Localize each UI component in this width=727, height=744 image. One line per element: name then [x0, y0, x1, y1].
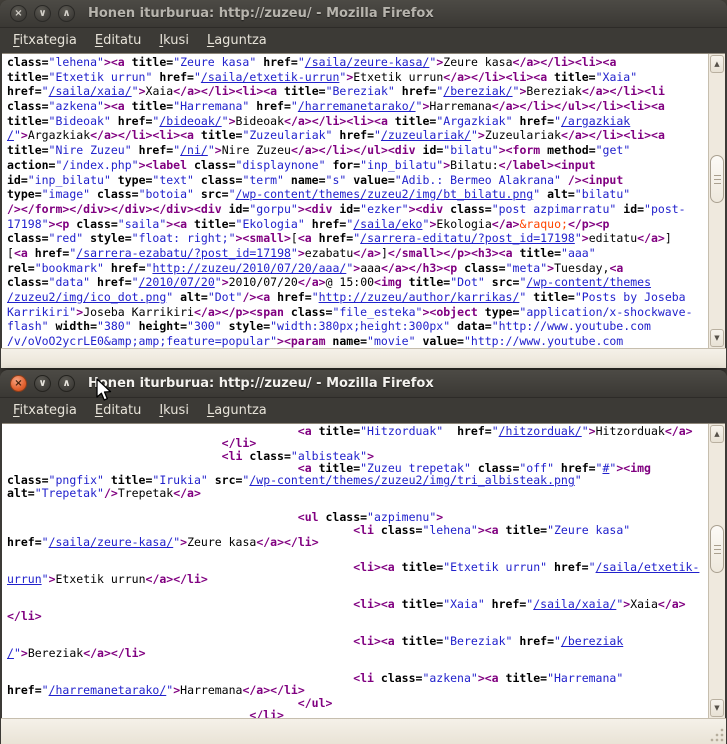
- menu-laguntza[interactable]: Laguntza: [198, 30, 276, 51]
- close-icon: ×: [14, 9, 22, 19]
- viewsource-window-back: × ∨ ∧ Honen iturburua: http://zuzeu/ - Moz…: [0, 0, 727, 368]
- source-line: class="data" href="/2010/07/20">2010/07/…: [7, 275, 708, 290]
- window-buttons: × ∨ ∧: [10, 375, 75, 392]
- source-line: class="lehena"><a title="Zeure kasa" hre…: [7, 55, 708, 70]
- source-line: Karrikiri">Joseba Karrikiri</a></p><span…: [7, 305, 708, 320]
- viewsource-window-front: × ∨ ∧ Honen iturburua: http://zuzeu/ - Moz…: [0, 370, 727, 744]
- source-line: 17198"><p class="saila"><a title="Ekolog…: [7, 217, 708, 232]
- source-line: id="inp_bilatu" type="text" class="term"…: [7, 173, 708, 188]
- scrollbar-thumb[interactable]: [710, 525, 724, 573]
- menu-editatu[interactable]: Editatu: [86, 30, 150, 51]
- statusbar: [1, 348, 726, 368]
- menu-ikusi[interactable]: Ikusi: [150, 30, 198, 51]
- close-icon: ×: [14, 379, 22, 389]
- menu-editatu[interactable]: Editatu: [86, 400, 150, 421]
- scroll-down-icon[interactable]: ▼: [710, 329, 724, 347]
- close-button[interactable]: ×: [10, 375, 27, 392]
- menu-fitxategia[interactable]: Fitxategia: [4, 400, 86, 421]
- vertical-scrollbar[interactable]: ▲ ▼: [708, 54, 725, 348]
- source-line: /zuzeu2/img/ico_dot.png" alt="Dot"/><a h…: [7, 290, 708, 305]
- menubar: FitxategiaEditatuIkusiLaguntza: [0, 28, 727, 53]
- source-line: /></form></div></div></div><div id="gorp…: [7, 202, 708, 217]
- scroll-up-icon[interactable]: ▲: [710, 55, 724, 73]
- thumb-grip-icon: [714, 175, 721, 184]
- scroll-down-icon[interactable]: ▼: [710, 699, 724, 717]
- scrollbar-track[interactable]: [709, 444, 725, 698]
- maximize-button[interactable]: ∧: [58, 5, 75, 22]
- source-view: <a title="Hitzorduak" href="/hitzorduak/…: [2, 423, 725, 718]
- scrollbar-track[interactable]: [709, 74, 725, 328]
- scrollbar-thumb[interactable]: [710, 155, 724, 203]
- minimize-button[interactable]: ∨: [34, 375, 51, 392]
- scroll-up-icon[interactable]: ▲: [710, 425, 724, 443]
- titlebar[interactable]: × ∨ ∧ Honen iturburua: http://zuzeu/ - Moz…: [0, 0, 727, 28]
- close-button[interactable]: ×: [10, 5, 27, 22]
- menu-ikusi[interactable]: Ikusi: [150, 400, 198, 421]
- window-title: Honen iturburua: http://zuzeu/ - Mozilla…: [88, 376, 434, 391]
- source-view: class="lehena"><a title="Zeure kasa" hre…: [2, 53, 725, 348]
- source-text: <a title="Hitzorduak" href="/hitzorduak/…: [2, 424, 708, 718]
- resize-grip-icon[interactable]: [710, 728, 724, 742]
- maximize-icon: ∧: [62, 9, 70, 19]
- minimize-button[interactable]: ∨: [34, 5, 51, 22]
- source-line: title="Nire Zuzeu" href="/ni/">Nire Zuze…: [7, 143, 708, 158]
- source-line: rel="bookmark" href="http://zuzeu/2010/0…: [7, 261, 708, 276]
- source-line: title="Bideoak" href="/bideoak/">Bideoak…: [7, 114, 708, 129]
- source-line: /v/oVoO2ycrLE0&amp;amp;feature=popular">…: [7, 334, 708, 348]
- source-line: </li>: [7, 709, 708, 718]
- source-line: [<a href="/sarrera-ezabatu/?post_id=1719…: [7, 246, 708, 261]
- source-line: urrun">Etxetik urrun</a></li>: [7, 573, 708, 585]
- menu-fitxategia[interactable]: Fitxategia: [4, 30, 86, 51]
- source-line: type="image" class="botoia" src="/wp-con…: [7, 187, 708, 202]
- source-line: action="/index.php"><label class="displa…: [7, 158, 708, 173]
- maximize-icon: ∧: [62, 379, 70, 389]
- window-title: Honen iturburua: http://zuzeu/ - Mozilla…: [88, 6, 434, 21]
- minimize-icon: ∨: [38, 9, 46, 19]
- source-line: </li>: [7, 610, 708, 622]
- source-line: class="azkena"><a title="Harremana" href…: [7, 99, 708, 114]
- menu-laguntza[interactable]: Laguntza: [198, 400, 276, 421]
- source-line: /">Bereziak</a></li>: [7, 647, 708, 659]
- titlebar[interactable]: × ∨ ∧ Honen iturburua: http://zuzeu/ - Moz…: [0, 370, 727, 398]
- source-line: class="red" style="float: right;"><small…: [7, 231, 708, 246]
- statusbar: [1, 718, 726, 744]
- vertical-scrollbar[interactable]: ▲ ▼: [708, 424, 725, 718]
- source-line: /">Argazkiak</a></li><li><a title="Zuzeu…: [7, 128, 708, 143]
- source-line: alt="Trepetak"/>Trepetak</a>: [7, 487, 708, 499]
- thumb-grip-icon: [714, 545, 721, 554]
- source-line: title="Etxetik urrun" href="/saila/etxet…: [7, 70, 708, 85]
- source-line: href="/saila/zeure-kasa/">Zeure kasa</a>…: [7, 536, 708, 548]
- window-buttons: × ∨ ∧: [10, 5, 75, 22]
- minimize-icon: ∨: [38, 379, 46, 389]
- source-line: href="/saila/xaia/">Xaia</a></li><li><a …: [7, 84, 708, 99]
- maximize-button[interactable]: ∧: [58, 375, 75, 392]
- source-text: class="lehena"><a title="Zeure kasa" hre…: [2, 54, 708, 348]
- menubar: FitxategiaEditatuIkusiLaguntza: [0, 398, 727, 423]
- source-line: flash" width="380" height="300" style="w…: [7, 319, 708, 334]
- source-line: <li><a title="Xaia" href="/saila/xaia/">…: [7, 598, 708, 610]
